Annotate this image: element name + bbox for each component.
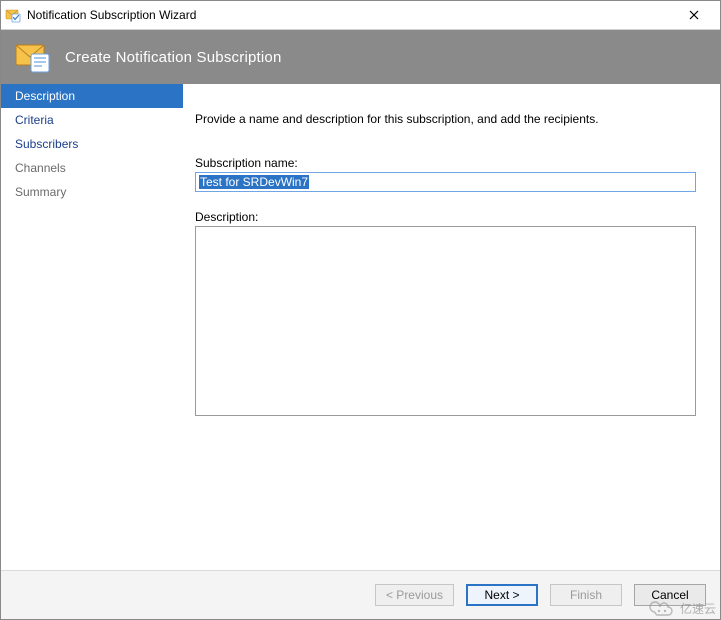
subscription-name-value: Test for SRDevWin7 [199, 175, 309, 189]
subscription-name-label: Subscription name: [195, 156, 696, 170]
description-block: Description: [195, 210, 696, 419]
envelope-icon [15, 41, 51, 73]
subscription-name-input[interactable]: Test for SRDevWin7 [195, 172, 696, 192]
wizard-content: Provide a name and description for this … [183, 84, 720, 570]
wizard-footer: < Previous Next > Finish Cancel [1, 570, 720, 619]
wizard-sidebar: DescriptionCriteriaSubscribersChannelsSu… [1, 84, 183, 570]
banner: Create Notification Subscription [1, 30, 720, 84]
instruction-text: Provide a name and description for this … [195, 112, 696, 126]
description-textarea[interactable] [195, 226, 696, 416]
sidebar-step-description[interactable]: Description [1, 84, 183, 108]
sidebar-step-channels[interactable]: Channels [1, 156, 183, 180]
subscription-name-block: Subscription name: Test for SRDevWin7 [195, 156, 696, 192]
previous-button[interactable]: < Previous [375, 584, 454, 606]
sidebar-step-criteria[interactable]: Criteria [1, 108, 183, 132]
finish-button[interactable]: Finish [550, 584, 622, 606]
banner-title: Create Notification Subscription [65, 49, 282, 66]
window-title: Notification Subscription Wizard [27, 8, 674, 22]
next-button[interactable]: Next > [466, 584, 538, 606]
cancel-button[interactable]: Cancel [634, 584, 706, 606]
app-icon [5, 7, 21, 23]
wizard-body: DescriptionCriteriaSubscribersChannelsSu… [1, 84, 720, 570]
titlebar: Notification Subscription Wizard [1, 1, 720, 30]
sidebar-step-subscribers[interactable]: Subscribers [1, 132, 183, 156]
sidebar-step-summary[interactable]: Summary [1, 180, 183, 204]
close-button[interactable] [674, 2, 714, 28]
wizard-window: Notification Subscription Wizard Create … [0, 0, 721, 620]
description-label: Description: [195, 210, 696, 224]
